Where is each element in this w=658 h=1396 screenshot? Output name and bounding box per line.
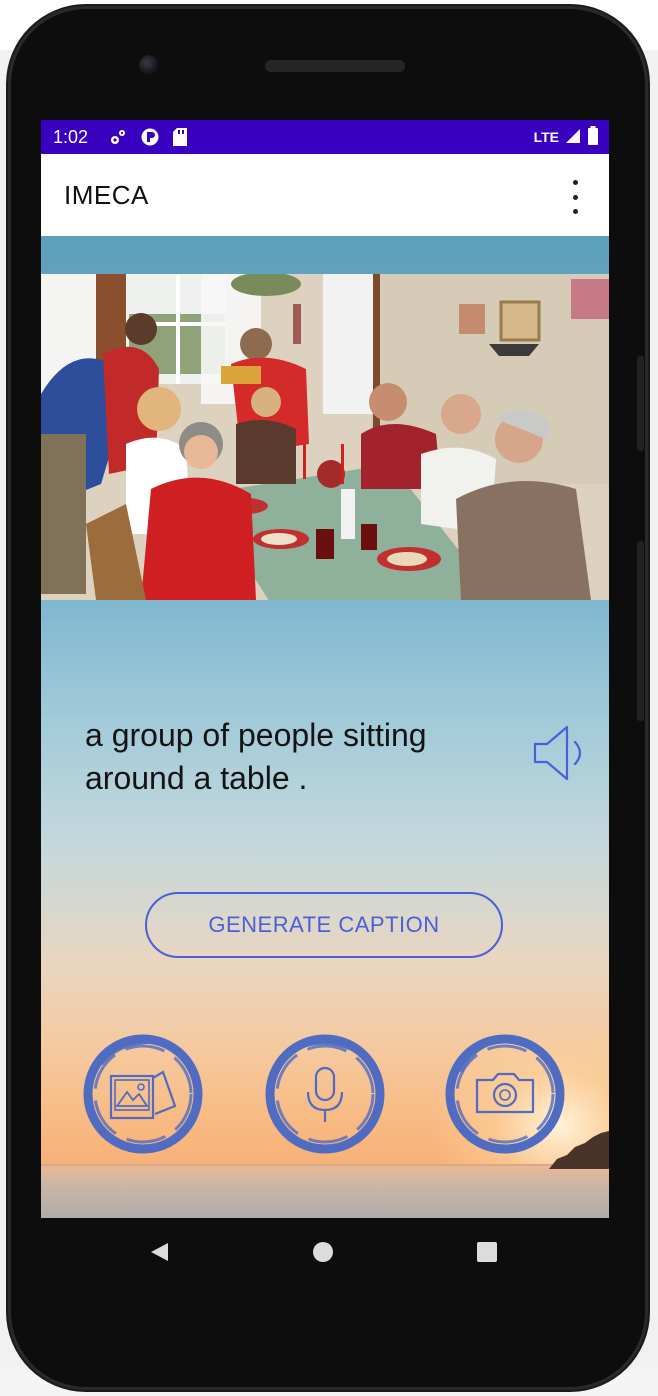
status-bar: 1:02 LTE <box>41 120 609 154</box>
caption-text: a group of people sitting around a table… <box>85 717 427 796</box>
earpiece-speaker <box>265 60 405 72</box>
front-camera <box>139 55 159 75</box>
recents-icon[interactable] <box>477 1242 497 1262</box>
gallery-button[interactable] <box>81 1032 205 1156</box>
overflow-menu-icon[interactable] <box>563 180 587 214</box>
sync-app-icon <box>140 127 160 147</box>
settings-icon <box>108 127 128 147</box>
power-button <box>637 356 644 451</box>
generate-caption-button[interactable]: GENERATE CAPTION <box>145 892 503 958</box>
camera-icon <box>475 1072 535 1114</box>
main-content: a group of people sitting around a table… <box>41 236 609 1218</box>
home-icon[interactable] <box>313 1242 333 1262</box>
back-icon[interactable] <box>149 1242 169 1267</box>
microphone-icon <box>306 1066 344 1122</box>
app-bar: IMECA <box>41 154 609 236</box>
gallery-icon <box>109 1070 177 1120</box>
sd-card-icon <box>172 127 188 147</box>
camera-button[interactable] <box>443 1032 567 1156</box>
battery-icon <box>587 125 599 149</box>
navigation-bar <box>41 1218 609 1288</box>
screen: 1:02 LTE IMECA a group of people sitting… <box>41 120 609 1218</box>
microphone-button[interactable] <box>263 1032 387 1156</box>
selected-photo <box>41 274 609 600</box>
status-right-group: LTE <box>533 125 599 149</box>
speaker-icon[interactable] <box>531 722 591 784</box>
status-time: 1:02 <box>53 126 89 147</box>
signal-icon <box>565 128 581 147</box>
volume-button <box>637 541 644 721</box>
sea-background <box>41 1166 609 1218</box>
network-type: LTE <box>533 129 559 145</box>
app-title: IMECA <box>64 179 149 210</box>
